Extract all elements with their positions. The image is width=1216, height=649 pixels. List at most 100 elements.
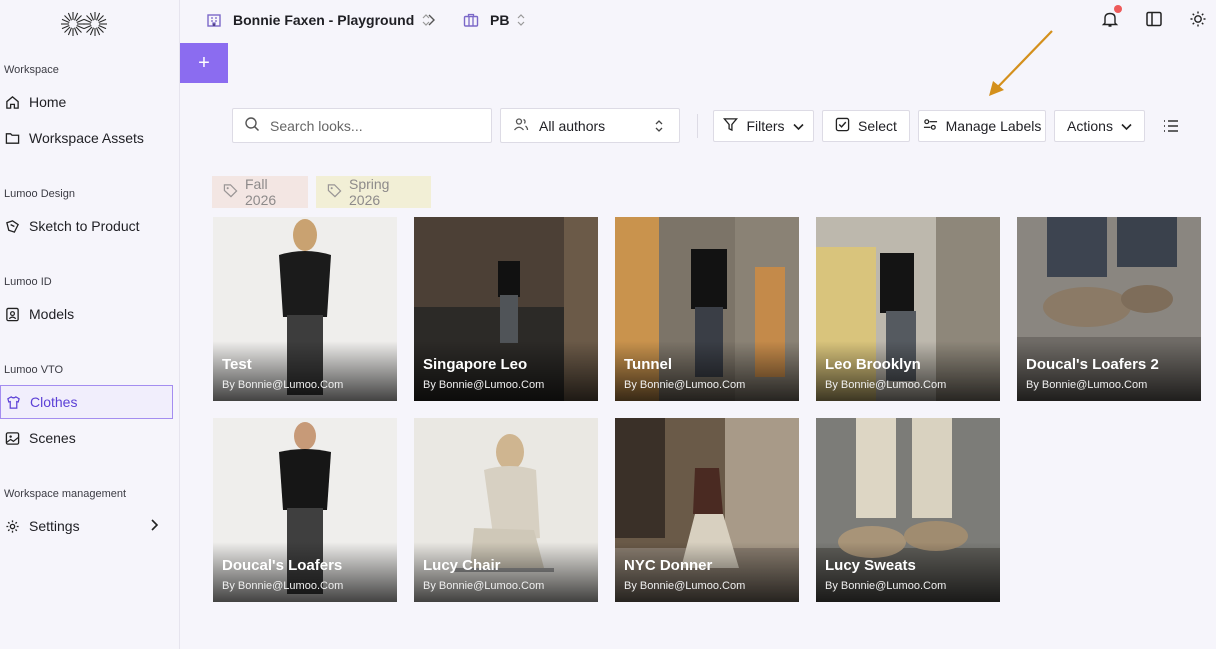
search-field[interactable]	[232, 108, 492, 143]
sidebar-item-home[interactable]: Home	[0, 85, 173, 119]
actions-label: Actions	[1067, 118, 1113, 134]
look-author: By Bonnie@Lumoo.Com	[825, 379, 947, 391]
section-label-lumoo-vto: Lumoo VTO	[4, 364, 64, 376]
sketch-icon	[4, 218, 20, 234]
notifications-button[interactable]	[1100, 5, 1122, 31]
look-title: Lucy Chair	[423, 557, 501, 574]
look-title: Doucal's Loafers 2	[1026, 356, 1159, 373]
look-author: By Bonnie@Lumoo.Com	[423, 379, 545, 391]
section-label-workspace: Workspace	[4, 64, 59, 76]
look-author: By Bonnie@Lumoo.Com	[222, 379, 344, 391]
look-card-leo-brooklyn[interactable]: Leo Brooklyn By Bonnie@Lumoo.Com	[816, 217, 1000, 401]
select-label: Select	[858, 118, 897, 134]
tag-icon	[223, 183, 238, 201]
sidebar-item-label: Home	[29, 94, 67, 110]
notification-dot	[1114, 5, 1122, 13]
look-title: Tunnel	[624, 356, 673, 373]
look-card-test[interactable]: Test By Bonnie@Lumoo.Com	[213, 217, 397, 401]
label-chip-spring-2026[interactable]: Spring 2026	[316, 176, 431, 208]
look-card-nyc-donner[interactable]: NYC Donner By Bonnie@Lumoo.Com	[615, 418, 799, 602]
select-button[interactable]: Select	[822, 110, 910, 142]
look-author: By Bonnie@Lumoo.Com	[222, 580, 344, 592]
look-card-doucals-loafers-2[interactable]: Doucal's Loafers 2 By Bonnie@Lumoo.Com	[1017, 217, 1201, 401]
search-input[interactable]	[270, 117, 470, 134]
project-name: PB	[490, 12, 510, 28]
sidebar: Workspace Home Workspace Assets Lumoo De…	[0, 0, 180, 649]
sidebar-panel-icon	[1145, 10, 1163, 33]
section-label-lumoo-id: Lumoo ID	[4, 276, 52, 288]
sun-icon	[1189, 10, 1207, 33]
authors-select[interactable]: All authors	[500, 108, 680, 143]
look-title: NYC Donner	[624, 557, 713, 574]
sidebar-item-settings[interactable]: Settings	[0, 509, 173, 543]
annotation-arrow	[989, 30, 1053, 96]
label-chip-text: Spring 2026	[349, 176, 390, 208]
section-label-lumoo-design: Lumoo Design	[4, 188, 75, 200]
tag-icon	[327, 183, 342, 201]
authors-select-value: All authors	[539, 117, 606, 134]
chevron-right-icon	[149, 518, 159, 535]
look-card-singapore-leo[interactable]: Singapore Leo By Bonnie@Lumoo.Com	[414, 217, 598, 401]
theme-toggle-button[interactable]	[1188, 11, 1208, 31]
actions-button[interactable]: Actions	[1054, 110, 1145, 142]
chevron-updown-icon	[517, 14, 525, 26]
home-icon	[4, 94, 20, 110]
checkbox-icon	[835, 117, 850, 135]
filters-button[interactable]: Filters	[713, 110, 814, 142]
sidebar-item-label: Clothes	[30, 394, 78, 410]
look-author: By Bonnie@Lumoo.Com	[423, 580, 545, 592]
lumoo-logo	[61, 12, 107, 36]
sidebar-item-label: Models	[29, 306, 75, 322]
look-card-lucy-sweats[interactable]: Lucy Sweats By Bonnie@Lumoo.Com	[816, 418, 1000, 602]
list-icon	[1162, 120, 1180, 139]
filter-icon	[723, 117, 739, 135]
gear-icon	[4, 518, 20, 534]
chevron-down-icon	[1121, 118, 1132, 134]
workspace-switcher[interactable]: Bonnie Faxen - Playground	[205, 11, 430, 29]
sidebar-item-models[interactable]: Models	[0, 297, 173, 331]
id-card-icon	[4, 306, 20, 322]
search-icon	[244, 116, 260, 135]
top-bar: Bonnie Faxen - Playground PB	[180, 0, 1216, 42]
manage-labels-label: Manage Labels	[945, 118, 1042, 134]
building-icon	[205, 11, 223, 29]
look-card-lucy-chair[interactable]: Lucy Chair By Bonnie@Lumoo.Com	[414, 418, 598, 602]
look-title: Leo Brooklyn	[825, 356, 921, 373]
breadcrumb-separator-icon	[425, 12, 437, 28]
look-card-tunnel[interactable]: Tunnel By Bonnie@Lumoo.Com	[615, 217, 799, 401]
sidebar-item-label: Scenes	[29, 430, 76, 446]
sidebar-item-workspace-assets[interactable]: Workspace Assets	[0, 121, 173, 155]
label-chip-text: Fall 2026	[245, 176, 277, 208]
look-author: By Bonnie@Lumoo.Com	[1026, 379, 1148, 391]
sidebar-item-label: Sketch to Product	[29, 218, 140, 234]
look-author: By Bonnie@Lumoo.Com	[624, 379, 746, 391]
look-card-doucals-loafers[interactable]: Doucal's Loafers By Bonnie@Lumoo.Com	[213, 418, 397, 602]
toggle-panel-button[interactable]	[1144, 11, 1164, 31]
add-look-button[interactable]: +	[180, 43, 228, 83]
look-title: Lucy Sweats	[825, 557, 916, 574]
sidebar-item-sketch-to-product[interactable]: Sketch to Product	[0, 209, 173, 243]
folder-icon	[4, 130, 20, 146]
look-title: Doucal's Loafers	[222, 557, 343, 574]
look-title: Test	[222, 356, 252, 373]
chevron-updown-icon	[654, 119, 664, 136]
sidebar-item-scenes[interactable]: Scenes	[0, 421, 173, 455]
sliders-icon	[923, 117, 938, 135]
project-switcher[interactable]: PB	[462, 11, 525, 29]
sidebar-item-clothes[interactable]: Clothes	[0, 385, 173, 419]
list-view-button[interactable]	[1162, 117, 1180, 135]
toolbar-divider	[697, 114, 698, 138]
sidebar-item-label: Workspace Assets	[29, 130, 144, 146]
chevron-down-icon	[792, 118, 804, 134]
look-title: Singapore Leo	[423, 356, 528, 373]
filters-label: Filters	[746, 118, 785, 134]
look-author: By Bonnie@Lumoo.Com	[624, 580, 746, 592]
manage-labels-button[interactable]: Manage Labels	[918, 110, 1046, 142]
image-icon	[4, 430, 20, 446]
look-author: By Bonnie@Lumoo.Com	[825, 580, 947, 592]
section-label-workspace-management: Workspace management	[4, 488, 127, 500]
users-icon	[513, 116, 529, 135]
workspace-name: Bonnie Faxen - Playground	[233, 12, 415, 28]
label-chip-fall-2026[interactable]: Fall 2026	[212, 176, 308, 208]
briefcase-icon	[462, 11, 480, 29]
